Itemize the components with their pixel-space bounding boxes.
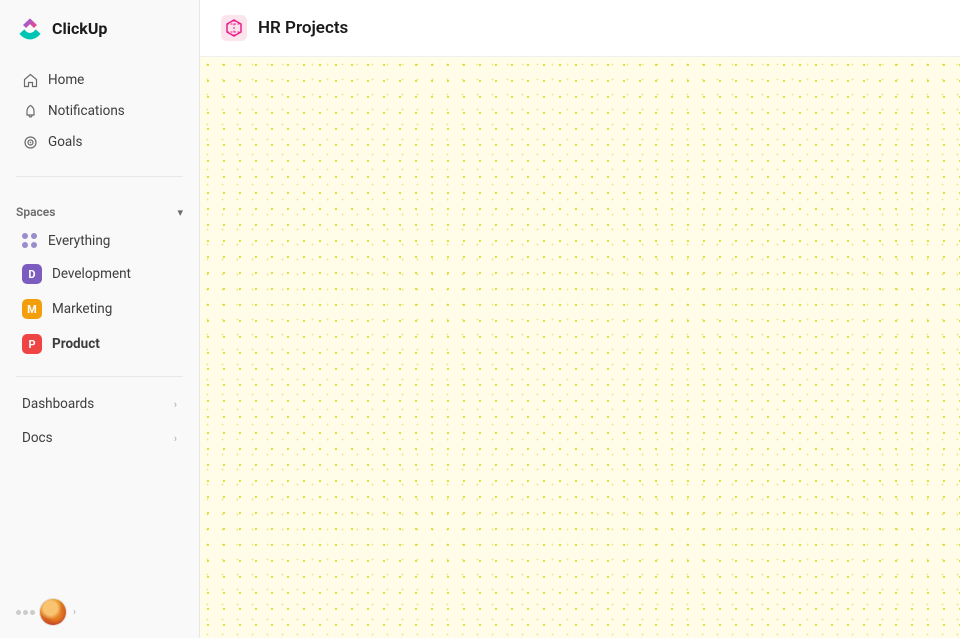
everything-grid-icon [22, 233, 38, 249]
avatar-chevron: › [73, 607, 76, 618]
chevron-down-icon: ▾ [177, 206, 183, 219]
bell-icon [22, 103, 38, 119]
sidebar-item-notifications[interactable]: Notifications [6, 96, 193, 126]
sidebar-item-marketing-label: Marketing [52, 301, 112, 317]
logo[interactable]: ClickUp [0, 0, 199, 56]
sidebar-item-home-label: Home [48, 72, 84, 88]
sidebar-item-home[interactable]: Home [6, 65, 193, 95]
sidebar-item-everything[interactable]: Everything [6, 226, 193, 256]
sidebar: ClickUp Home Notifications [0, 0, 200, 638]
sidebar-item-product[interactable]: P Product [6, 327, 193, 361]
main-header: HR Projects [200, 0, 960, 57]
chevron-right-icon: › [174, 398, 177, 411]
sidebar-item-dashboards[interactable]: Dashboards › [6, 388, 193, 420]
chevron-right-icon-docs: › [174, 432, 177, 445]
page-title: HR Projects [258, 18, 348, 38]
product-badge: P [22, 334, 42, 354]
marketing-badge: M [22, 299, 42, 319]
sidebar-item-notifications-label: Notifications [48, 103, 125, 119]
nav-divider [16, 176, 183, 177]
docs-label: Docs [22, 430, 53, 446]
main-body [200, 57, 960, 638]
sidebar-item-goals[interactable]: Goals [6, 127, 193, 157]
page-icon [220, 14, 248, 42]
sidebar-item-everything-label: Everything [48, 233, 110, 249]
home-icon [22, 72, 38, 88]
sidebar-item-development-label: Development [52, 266, 131, 282]
avatar-dots [16, 610, 35, 615]
spaces-divider [16, 376, 183, 377]
sidebar-item-product-label: Product [52, 336, 100, 352]
main-content: HR Projects [200, 0, 960, 638]
spaces-header[interactable]: Spaces ▾ [0, 199, 199, 225]
goals-icon [22, 134, 38, 150]
spaces-section: Spaces ▾ Everything D Development M Mark… [0, 187, 199, 366]
sidebar-item-marketing[interactable]: M Marketing [6, 292, 193, 326]
sidebar-nav: Home Notifications Goals [0, 56, 199, 166]
sidebar-item-goals-label: Goals [48, 134, 83, 150]
sidebar-item-docs[interactable]: Docs › [6, 422, 193, 454]
dotted-background [200, 57, 960, 638]
sidebar-item-development[interactable]: D Development [6, 257, 193, 291]
avatar-group[interactable]: › [16, 598, 76, 626]
development-badge: D [22, 264, 42, 284]
user-avatar[interactable] [39, 598, 67, 626]
sidebar-bottom: › [0, 586, 199, 638]
logo-text: ClickUp [52, 19, 107, 38]
clickup-logo-icon [16, 14, 44, 42]
dashboards-label: Dashboards [22, 396, 94, 412]
spaces-label: Spaces [16, 205, 55, 219]
